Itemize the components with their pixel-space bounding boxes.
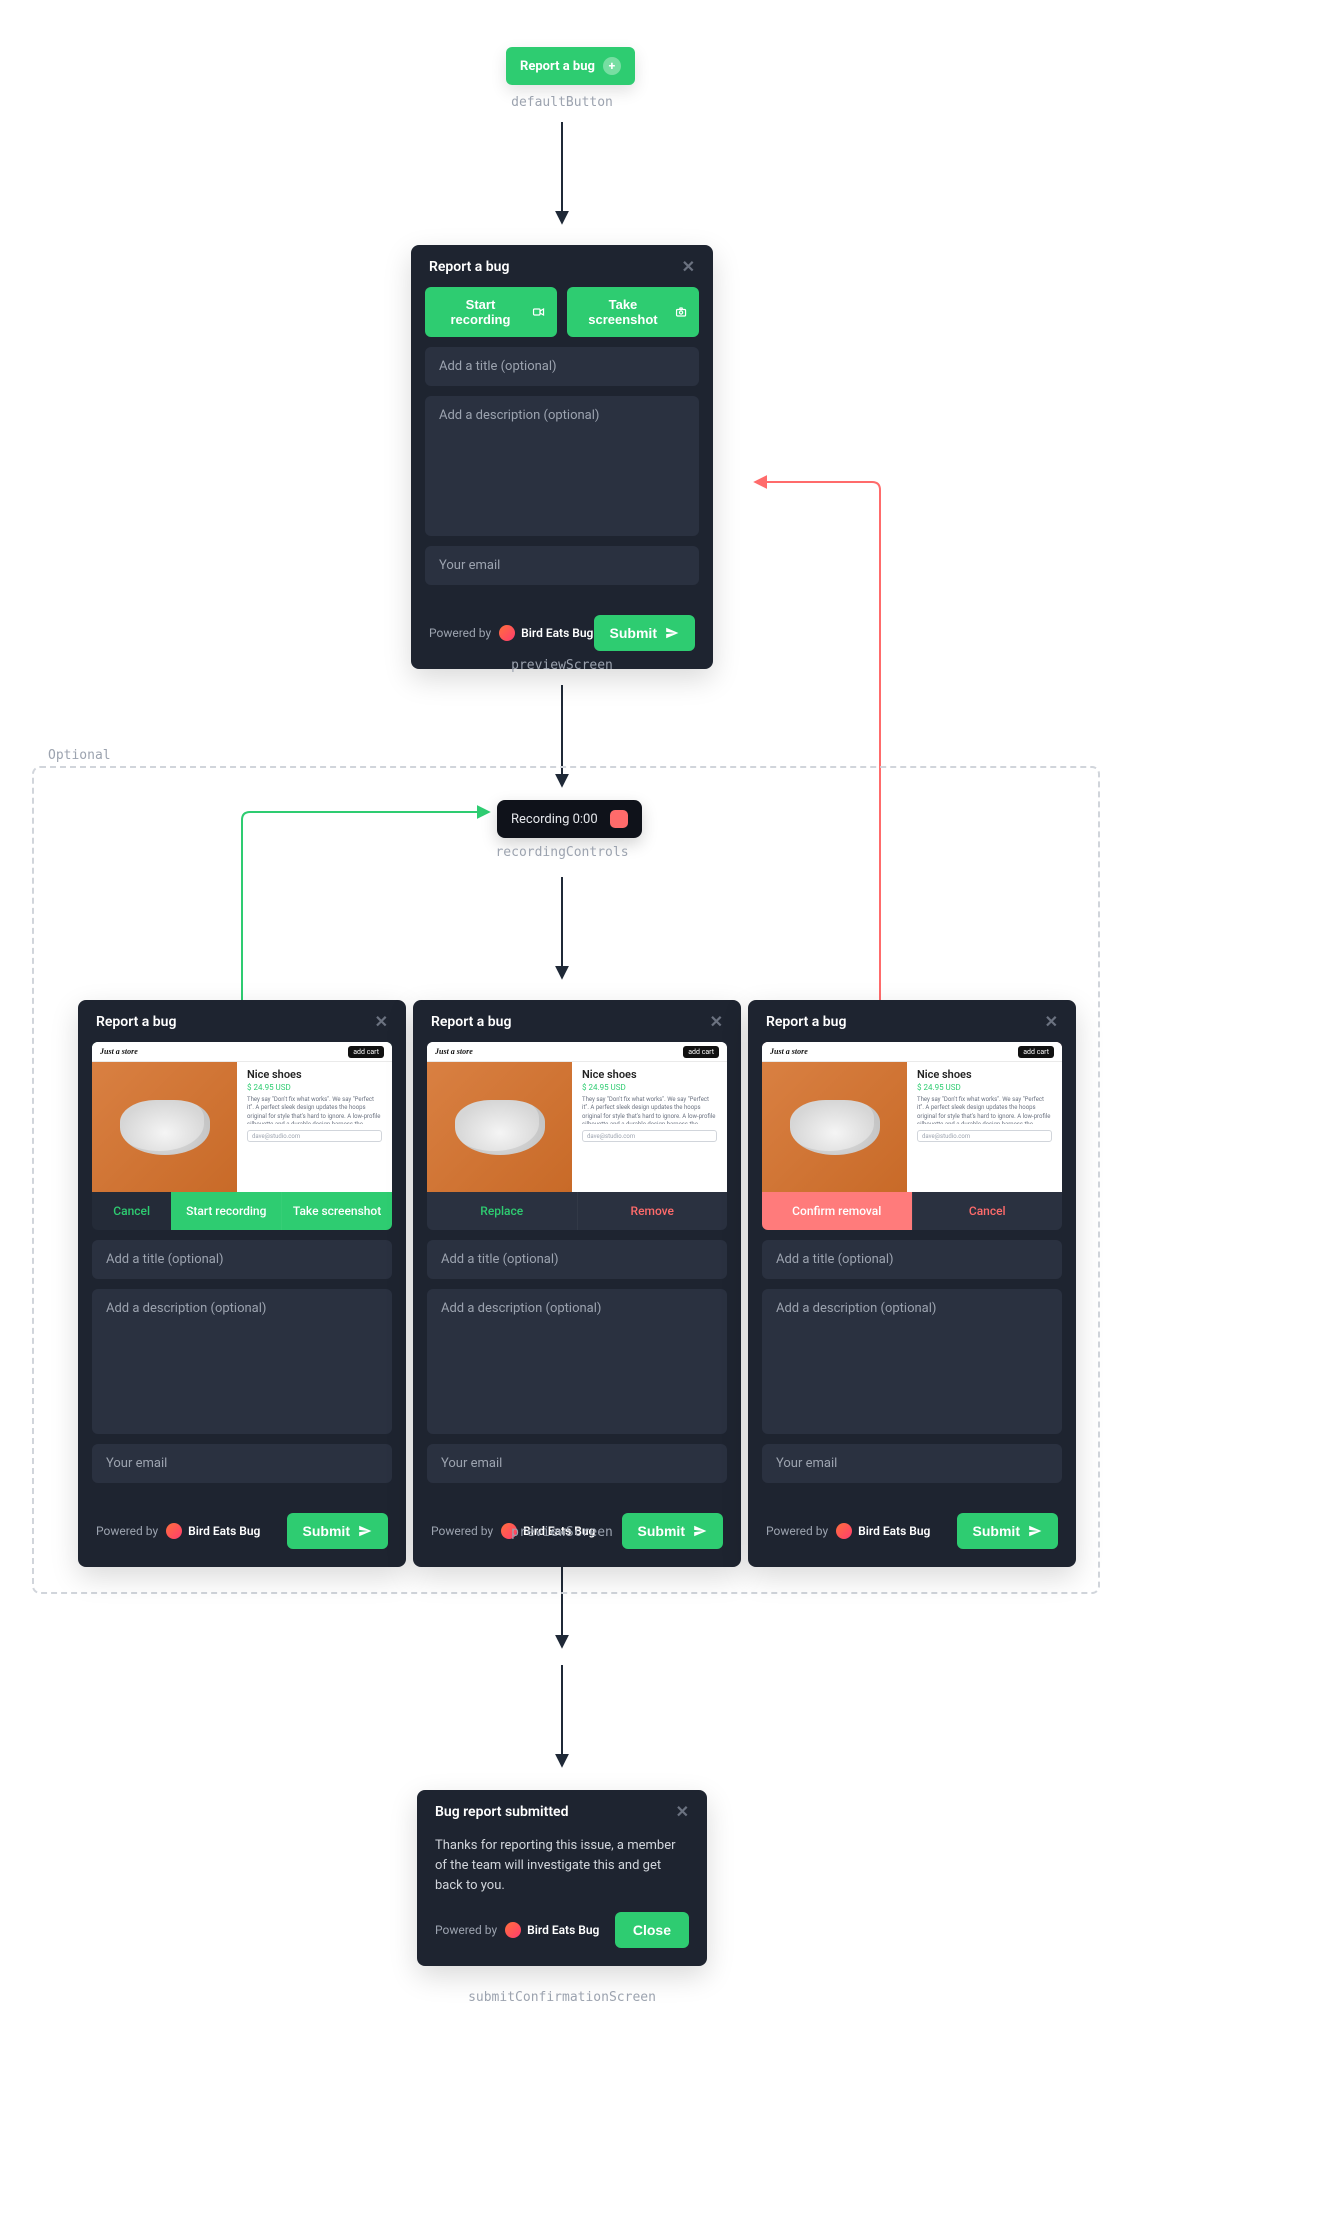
camera-icon — [675, 306, 687, 318]
description-input[interactable]: Add a description (optional) — [425, 396, 699, 536]
remove-button[interactable]: Remove — [577, 1192, 728, 1230]
close-icon[interactable]: ✕ — [682, 259, 695, 275]
product-image — [120, 1100, 210, 1155]
brand-name: Bird Eats Bug — [858, 1524, 930, 1538]
mock-price: $ 24.95 USD — [917, 1083, 1052, 1092]
powered-by-text: Powered by — [429, 626, 491, 640]
submit-button[interactable]: Submit — [287, 1513, 388, 1549]
cancel-removal-button[interactable]: Cancel — [912, 1192, 1063, 1230]
close-label: Close — [633, 1922, 671, 1938]
card-title: Report a bug — [96, 1014, 176, 1030]
close-button[interactable]: Close — [615, 1912, 689, 1948]
description-input[interactable]: Add a description (optional) — [762, 1289, 1062, 1434]
recording-text: Recording 0:00 — [511, 812, 598, 827]
mock-price: $ 24.95 USD — [582, 1083, 717, 1092]
email-input[interactable]: Your email — [92, 1444, 392, 1483]
email-input[interactable]: Your email — [427, 1444, 727, 1483]
mock-price: $ 24.95 USD — [247, 1083, 382, 1092]
send-icon — [1028, 1524, 1042, 1538]
brand-badge-icon — [505, 1922, 521, 1938]
mock-email-hint: dave@studio.com — [582, 1130, 717, 1142]
mock-blurb: They say "Don't fix what works". We say … — [917, 1096, 1052, 1124]
title-input[interactable]: Add a title (optional) — [425, 347, 699, 386]
product-image — [455, 1100, 545, 1155]
close-icon[interactable]: ✕ — [375, 1014, 388, 1030]
email-input[interactable]: Your email — [762, 1444, 1062, 1483]
confirmation-title: Bug report submitted — [435, 1804, 568, 1820]
preview-state-replace-remove: Report a bug ✕ Just a store add cart Nic… — [413, 1000, 741, 1567]
mock-cart: add cart — [683, 1046, 719, 1058]
video-icon — [532, 306, 545, 318]
mock-brand: Just a store — [100, 1047, 138, 1056]
confirm-removal-button[interactable]: Confirm removal — [762, 1192, 912, 1230]
optional-label: Optional — [42, 748, 117, 763]
mock-blurb: They say "Don't fix what works". We say … — [582, 1096, 717, 1124]
product-image — [790, 1100, 880, 1155]
powered-by: Powered by Bird Eats Bug — [429, 625, 593, 641]
close-icon[interactable]: ✕ — [710, 1014, 723, 1030]
take-screenshot-button[interactable]: Take screenshot — [281, 1192, 392, 1230]
card-title: Report a bug — [431, 1014, 511, 1030]
plus-icon: + — [603, 57, 621, 75]
label-preview-screen-2: previewScreen — [412, 1525, 712, 1540]
mock-email-hint: dave@studio.com — [247, 1130, 382, 1142]
title-input[interactable]: Add a title (optional) — [92, 1240, 392, 1279]
take-screenshot-button[interactable]: Take screenshot — [567, 287, 699, 337]
confirmation-card: Bug report submitted ✕ Thanks for report… — [417, 1790, 707, 1966]
default-button-label: Report a bug — [520, 59, 595, 74]
close-icon[interactable]: ✕ — [676, 1804, 689, 1820]
mock-brand: Just a store — [435, 1047, 473, 1056]
confirmation-body: Thanks for reporting this issue, a membe… — [417, 1832, 707, 1896]
brand-name: Bird Eats Bug — [521, 626, 593, 640]
send-icon — [358, 1524, 372, 1538]
submit-button[interactable]: Submit — [957, 1513, 1058, 1549]
recording-controls: Recording 0:00 — [497, 800, 642, 838]
label-recording-controls: recordingControls — [412, 845, 712, 860]
brand-badge-icon — [836, 1523, 852, 1539]
description-input[interactable]: Add a description (optional) — [92, 1289, 392, 1434]
submit-label: Submit — [303, 1523, 350, 1539]
mock-title: Nice shoes — [917, 1068, 1052, 1081]
submit-button[interactable]: Submit — [594, 615, 695, 651]
close-icon[interactable]: ✕ — [1045, 1014, 1058, 1030]
preview-state-confirm-removal: Report a bug ✕ Just a store add cart Nic… — [748, 1000, 1076, 1567]
label-submit-confirmation: submitConfirmationScreen — [412, 1990, 712, 2005]
mock-title: Nice shoes — [247, 1068, 382, 1081]
start-recording-label: Start recording — [437, 297, 524, 327]
take-screenshot-label: Take screenshot — [579, 297, 667, 327]
default-button[interactable]: Report a bug + — [506, 47, 635, 85]
label-preview-screen-1: previewScreen — [412, 658, 712, 673]
preview-card: Report a bug ✕ Start recording Take scre… — [411, 245, 713, 669]
mock-blurb: They say "Don't fix what works". We say … — [247, 1096, 382, 1124]
mock-title: Nice shoes — [582, 1068, 717, 1081]
label-default-button: defaultButton — [412, 95, 712, 110]
send-icon — [665, 626, 679, 640]
description-input[interactable]: Add a description (optional) — [427, 1289, 727, 1434]
card-title: Report a bug — [766, 1014, 846, 1030]
replace-button[interactable]: Replace — [427, 1192, 577, 1230]
mock-brand: Just a store — [770, 1047, 808, 1056]
start-recording-button[interactable]: Start recording — [171, 1192, 281, 1230]
mock-cart: add cart — [1018, 1046, 1054, 1058]
card-title: Report a bug — [429, 259, 509, 275]
submit-label: Submit — [973, 1523, 1020, 1539]
mock-cart: add cart — [348, 1046, 384, 1058]
powered-by-text: Powered by — [435, 1923, 497, 1937]
brand-badge-icon — [166, 1523, 182, 1539]
powered-by-text: Powered by — [96, 1524, 158, 1538]
email-input[interactable]: Your email — [425, 546, 699, 585]
brand-name: Bird Eats Bug — [527, 1923, 599, 1937]
brand-name: Bird Eats Bug — [188, 1524, 260, 1538]
cancel-button[interactable]: Cancel — [92, 1192, 171, 1230]
title-input[interactable]: Add a title (optional) — [762, 1240, 1062, 1279]
preview-state-cancel: Report a bug ✕ Just a store add cart Nic… — [78, 1000, 406, 1567]
brand-badge-icon — [499, 625, 515, 641]
mock-email-hint: dave@studio.com — [917, 1130, 1052, 1142]
powered-by-text: Powered by — [766, 1524, 828, 1538]
submit-label: Submit — [610, 625, 657, 641]
start-recording-button[interactable]: Start recording — [425, 287, 557, 337]
stop-recording-button[interactable] — [610, 810, 628, 828]
title-input[interactable]: Add a title (optional) — [427, 1240, 727, 1279]
